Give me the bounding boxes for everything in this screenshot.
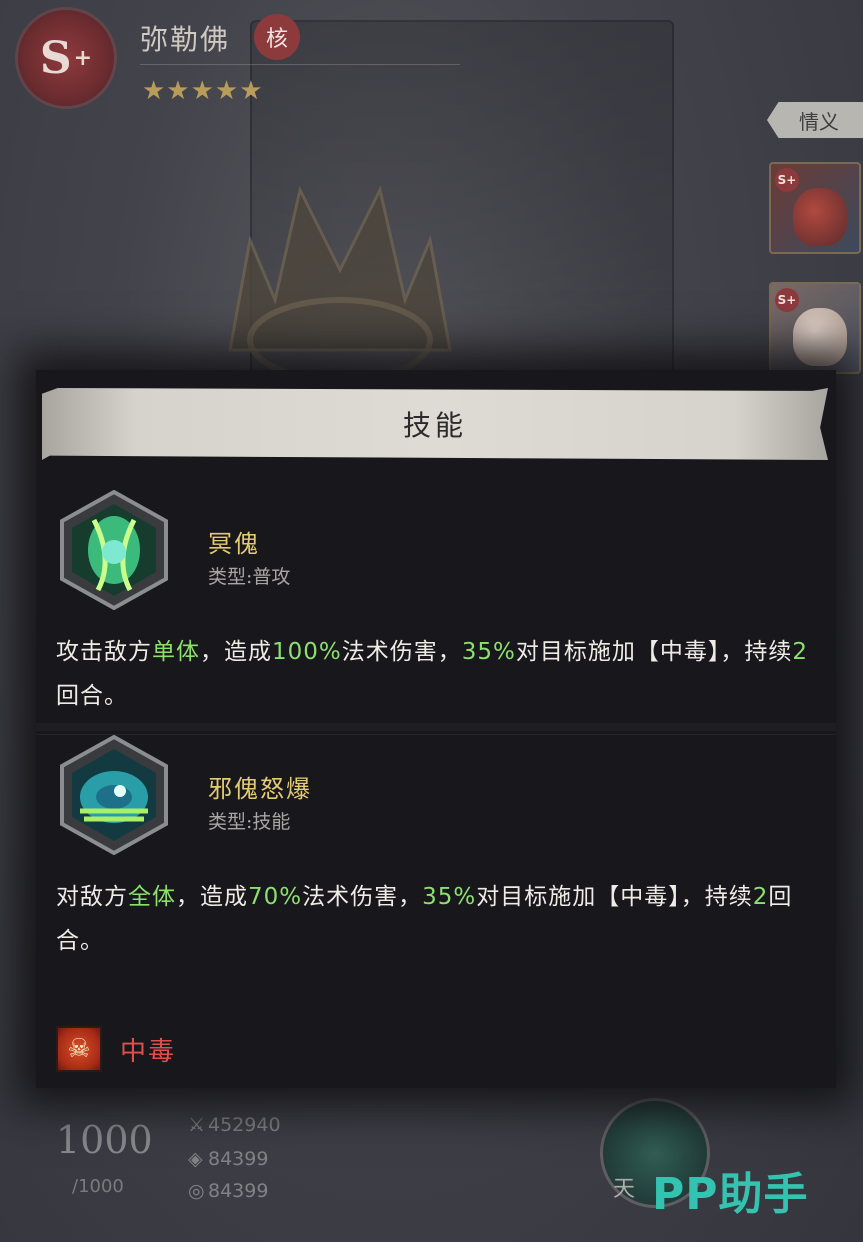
rank-plus: + — [73, 45, 93, 71]
hero-name: 弥勒佛 — [140, 23, 231, 56]
skill-type: 类型:普攻 — [208, 566, 291, 588]
red-demon-portrait-icon — [793, 188, 847, 246]
portrait-rank-icon: S+ — [775, 168, 799, 192]
status-effect-row[interactable]: ☠ 中毒 — [56, 1024, 176, 1074]
watermark-logo: PP助手 — [652, 1169, 809, 1220]
core-seal-icon: 核 — [254, 14, 300, 60]
skill-description: 攻击敌方单体，造成100%法术伤害，35%对目标施加【中毒】，持续2 回合。 — [56, 630, 816, 718]
cyan-spirit-burst-icon[interactable] — [58, 735, 170, 855]
desc-text: 回合。 — [56, 683, 128, 709]
highlight-text: 2 — [752, 884, 769, 910]
skill-panel: 技能 冥傀 类型:普攻 攻击敌方单体，造成100%法术伤害，35%对目标施加【中… — [36, 370, 836, 1088]
desc-text: ，造成 — [176, 884, 248, 910]
highlight-text: 100% — [272, 639, 342, 665]
desc-text: 对目标施加【中毒】，持续 — [515, 639, 793, 665]
shield-icon: ◈ — [188, 1148, 203, 1170]
desc-text: 对目标施加【中毒】，持续 — [476, 884, 753, 910]
panel-title: 技能 — [42, 388, 828, 460]
highlight-text: 70% — [248, 884, 303, 910]
desc-text: 法术伤害， — [302, 884, 423, 910]
desc-text: 攻击敌方 — [56, 639, 152, 665]
power-value: 1000 — [56, 1118, 153, 1162]
portrait-rank-icon: S+ — [775, 288, 799, 312]
child-monk-portrait-icon — [793, 308, 847, 366]
name-divider — [140, 64, 460, 65]
skill-divider — [36, 723, 836, 731]
side-portrait-2[interactable]: S+ — [769, 282, 861, 374]
status-effect-label: 中毒 — [120, 1036, 177, 1067]
stat-row-defense: ◈ 84399 — [188, 1148, 268, 1170]
desc-text: ，造成 — [200, 639, 272, 665]
stat-row-magic: ◎ 84399 — [188, 1180, 268, 1202]
highlight-text: 全体 — [128, 884, 176, 910]
desc-text: 法术伤害， — [341, 639, 462, 665]
skull-poison-icon: ☠ — [56, 1026, 102, 1072]
rank-badge: S + — [18, 10, 114, 106]
side-portrait-1[interactable]: S+ — [769, 162, 861, 254]
stat-value: 84399 — [208, 1148, 269, 1170]
skill-name: 邪傀怒爆 — [208, 775, 312, 803]
highlight-text: 35% — [461, 639, 516, 665]
faction-tag[interactable]: 情义 — [767, 102, 863, 138]
skill-type: 类型:技能 — [208, 811, 291, 833]
highlight-text: 单体 — [152, 639, 200, 665]
highlight-text: 35% — [422, 884, 477, 910]
stat-value: 452940 — [208, 1114, 281, 1136]
rank-letter: S — [39, 32, 72, 84]
swirl-icon: ◎ — [188, 1180, 205, 1202]
skill-entry: 邪傀怒爆 类型:技能 对敌方全体，造成70%法术伤害，35%对目标施加【中毒】，… — [36, 723, 836, 954]
skill-name: 冥傀 — [208, 530, 260, 558]
crown-artwork — [228, 185, 452, 370]
green-spirit-mask-icon[interactable] — [58, 490, 170, 610]
stat-row-attack: ⚔ 452940 — [188, 1114, 281, 1136]
skill-description: 对敌方全体，造成70%法术伤害，35%对目标施加【中毒】，持续2回合。 — [56, 875, 816, 963]
star-rating: ★★★★★ — [142, 76, 264, 106]
highlight-text: 2 — [792, 639, 809, 665]
sword-icon: ⚔ — [188, 1114, 206, 1136]
stat-value: 84399 — [208, 1180, 269, 1202]
power-max: /1000 — [72, 1176, 124, 1197]
desc-text: 对敌方 — [56, 884, 128, 910]
bagua-label: 天 — [613, 1177, 636, 1202]
